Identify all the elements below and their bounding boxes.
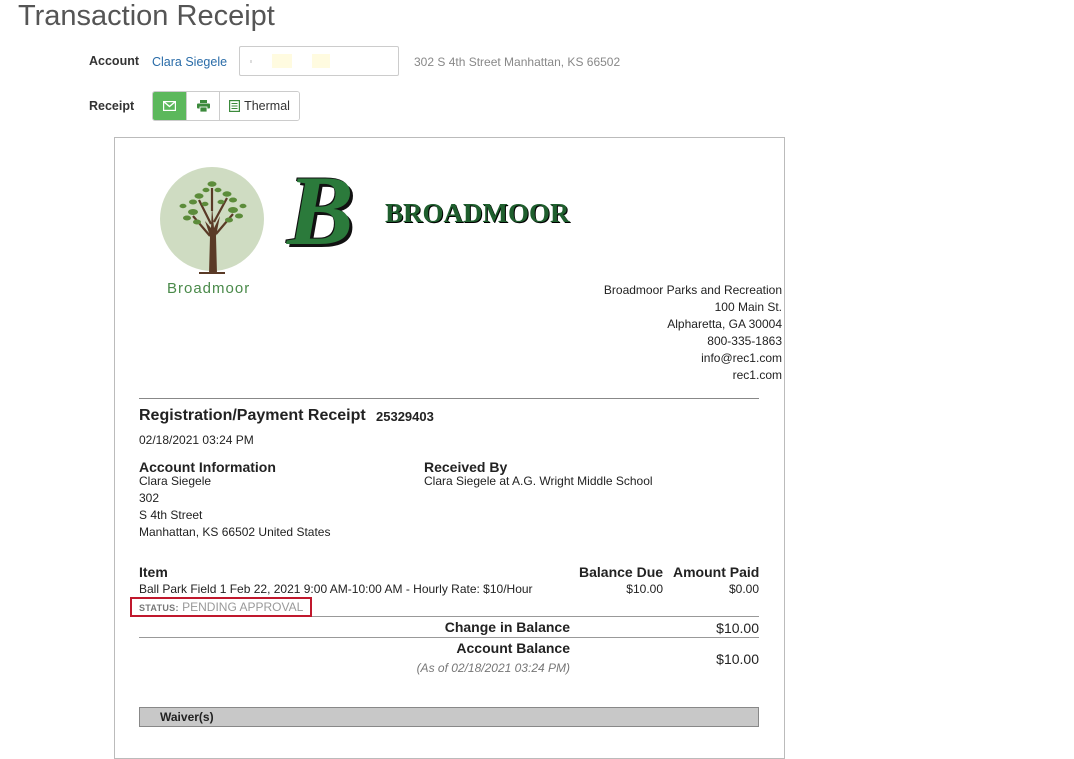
organization-address: Broadmoor Parks and Recreation 100 Main … — [604, 282, 782, 384]
receipt-label: Receipt — [89, 99, 135, 113]
envelope-icon — [163, 101, 176, 111]
org-city: Alpharetta, GA 30004 — [667, 317, 782, 331]
brand-monogram: B — [287, 155, 354, 266]
receipt-button-group: Thermal — [152, 91, 300, 121]
receipt-document: Broadmoor B BROADMOOR Broadmoor Parks an… — [114, 137, 785, 759]
printer-icon — [196, 100, 210, 112]
account-name-link[interactable]: Clara Siegele — [152, 55, 227, 69]
receipt-number: 25329403 — [376, 409, 434, 424]
change-in-balance-label: Change in Balance — [444, 619, 570, 635]
account-info-city: Manhattan, KS 66502 United States — [139, 525, 331, 539]
account-info-number: 302 — [139, 491, 160, 505]
account-label: Account — [89, 54, 139, 68]
redacted-mark — [250, 60, 252, 63]
org-phone: 800-335-1863 — [707, 334, 782, 348]
redacted-mark — [312, 54, 330, 68]
waiver-heading: Waiver(s) — [160, 710, 214, 724]
org-street: 100 Main St. — [714, 300, 782, 314]
org-website: rec1.com — [732, 368, 782, 382]
received-by-value: Clara Siegele at A.G. Wright Middle Scho… — [424, 474, 653, 488]
status-highlight-box — [130, 597, 312, 617]
account-info-street: S 4th Street — [139, 508, 203, 522]
account-address: 302 S 4th Street Manhattan, KS 66502 — [414, 55, 621, 69]
divider — [139, 637, 759, 638]
logo-caption: Broadmoor — [167, 280, 251, 297]
divider — [139, 398, 759, 399]
account-balance-label: Account Balance — [456, 640, 570, 656]
balance-due-column-header: Balance Due — [579, 564, 664, 580]
receipt-title: Registration/Payment Receipt — [139, 407, 366, 424]
document-icon — [229, 100, 241, 112]
waiver-header: Waiver(s) — [139, 707, 759, 727]
account-info-name: Clara Siegele — [139, 474, 212, 488]
redacted-mark — [272, 54, 292, 68]
org-email: info@rec1.com — [701, 351, 782, 365]
brand-name: BROADMOOR — [385, 198, 570, 228]
account-balance-value: $10.00 — [716, 651, 759, 667]
receipt-date: 02/18/2021 03:24 PM — [139, 433, 254, 447]
item-amount-paid: $0.00 — [728, 582, 759, 596]
thermal-button-label: Thermal — [244, 99, 290, 113]
print-receipt-button[interactable] — [187, 92, 220, 120]
item-description: Ball Park Field 1 Feb 22, 2021 9:00 AM-1… — [139, 582, 533, 596]
email-receipt-button[interactable] — [153, 92, 187, 120]
change-in-balance-value: $10.00 — [716, 620, 759, 636]
page-title: Transaction Receipt — [18, 0, 275, 32]
amount-paid-column-header: Amount Paid — [673, 564, 760, 580]
account-balance-note: (As of 02/18/2021 03:24 PM) — [416, 661, 570, 675]
account-search-input[interactable] — [239, 46, 399, 76]
thermal-receipt-button[interactable]: Thermal — [220, 92, 299, 120]
org-name: Broadmoor Parks and Recreation — [603, 283, 782, 297]
account-info-lines: Clara Siegele 302 S 4th Street Manhattan… — [139, 473, 330, 541]
item-balance-due: $10.00 — [626, 582, 663, 596]
item-column-header: Item — [139, 564, 168, 580]
